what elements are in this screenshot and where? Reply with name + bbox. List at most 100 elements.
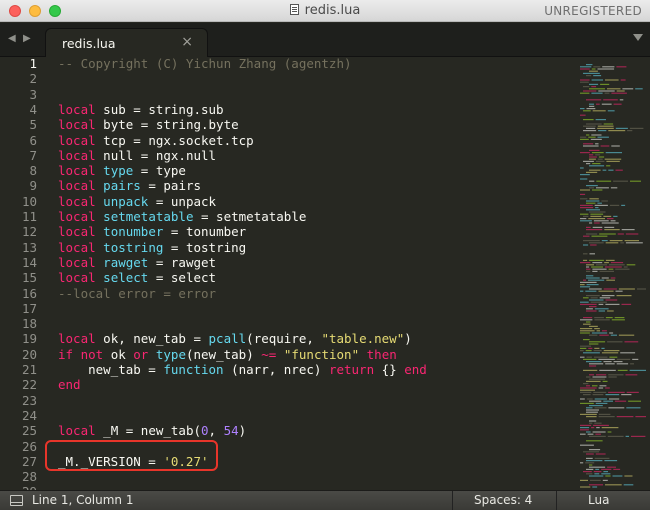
- code-line-4[interactable]: 4 local sub = string.sub: [0, 102, 578, 117]
- tab-redis-lua[interactable]: redis.lua ×: [45, 28, 208, 57]
- code-line-23[interactable]: 23: [0, 393, 578, 408]
- code-line-26[interactable]: 26: [0, 439, 578, 454]
- minimap-mark: [618, 288, 635, 290]
- minimap-mark: [595, 402, 608, 404]
- code-token: = tonumber: [163, 224, 247, 240]
- code-line-1[interactable]: 1 -- Copyright (C) Yichun Zhang (agentzh): [0, 58, 578, 71]
- code-line-17[interactable]: 17: [0, 301, 578, 316]
- panel-toggle-icon[interactable]: [10, 495, 23, 506]
- minimap-mark: [603, 400, 613, 402]
- code-token: -- Copyright (C) Yichun Zhang (agentzh): [58, 58, 352, 71]
- minimap-mark: [610, 262, 624, 264]
- code-line-18[interactable]: 18: [0, 316, 578, 331]
- code-line-25[interactable]: 25 local _M = new_tab(0, 54): [0, 423, 578, 438]
- minimap-mark: [585, 290, 597, 292]
- triangle-right-icon[interactable]: ▶: [23, 33, 31, 44]
- minimap-mark: [583, 369, 598, 371]
- minimap-mark: [593, 471, 602, 473]
- code-line-3[interactable]: 3: [0, 87, 578, 102]
- minimap-mark: [588, 279, 605, 281]
- minimap-mark: [590, 215, 602, 217]
- line-number: 15: [21, 270, 37, 286]
- code-line-15[interactable]: 15 local select = select: [0, 270, 578, 285]
- code-line-12[interactable]: 12 local tonumber = tonumber: [0, 224, 578, 239]
- minimap-mark: [591, 92, 603, 94]
- minimap-mark: [607, 435, 624, 437]
- minimap-mark: [608, 130, 626, 132]
- code-line-8[interactable]: 8 local type = type: [0, 163, 578, 178]
- minimap-mark: [607, 218, 614, 220]
- code-line-14[interactable]: 14 local rawget = rawget: [0, 255, 578, 270]
- code-line-5[interactable]: 5 local byte = string.byte: [0, 117, 578, 132]
- code-line-22[interactable]: 22 end: [0, 377, 578, 392]
- line-code: local tostring = tostring: [58, 240, 246, 255]
- title-bar: redis.lua UNREGISTERED: [0, 0, 650, 22]
- code-line-28[interactable]: 28: [0, 469, 578, 484]
- code-line-6[interactable]: 6 local tcp = ngx.socket.tcp: [0, 133, 578, 148]
- minimap-mark: [601, 200, 608, 202]
- code-line-16[interactable]: 16 --local error = error: [0, 286, 578, 301]
- minimap-mark: [623, 484, 634, 486]
- minimap-mark: [592, 268, 607, 270]
- minimap-mark: [589, 299, 604, 301]
- code-line-10[interactable]: 10 local unpack = unpack: [0, 194, 578, 209]
- minimap-mark: [597, 68, 615, 70]
- code-line-11[interactable]: 11 local setmetatable = setmetatable: [0, 209, 578, 224]
- minimap-mark: [607, 341, 623, 343]
- minimap-mark: [593, 391, 607, 393]
- minimap-mark: [610, 277, 616, 279]
- code-line-7[interactable]: 7 local null = ngx.null: [0, 148, 578, 163]
- syntax-selector[interactable]: Lua: [588, 493, 609, 507]
- close-tab-icon[interactable]: ×: [181, 34, 193, 50]
- tab-bar: ◀ ▶ redis.lua ×: [0, 23, 650, 57]
- minimap-mark: [594, 398, 607, 400]
- code-line-19[interactable]: 19 local ok, new_tab = pcall(require, "ta…: [0, 331, 578, 346]
- code-line-2[interactable]: 2: [0, 71, 578, 86]
- minimap-mark: [589, 70, 598, 72]
- minimap-mark: [608, 391, 625, 393]
- minimap-mark: [580, 204, 593, 206]
- minimap-mark: [586, 407, 593, 409]
- cursor-position[interactable]: Line 1, Column 1: [32, 493, 134, 507]
- code-line-27[interactable]: 27 _M._VERSION = '0.27': [0, 454, 578, 469]
- code-token: "function": [283, 346, 360, 362]
- minimap-mark: [580, 92, 590, 94]
- indentation-setting[interactable]: Spaces: 4: [474, 493, 532, 507]
- code-token: local: [58, 101, 96, 117]
- line-code: local type = type: [58, 163, 186, 178]
- minimap-mark: [609, 264, 625, 266]
- minimap-mark: [580, 290, 584, 292]
- code-line-9[interactable]: 9 local pairs = pairs: [0, 178, 578, 193]
- minimap-mark: [615, 169, 623, 171]
- code-line-20[interactable]: 20 if not ok or type(new_tab) ~= "functio…: [0, 347, 578, 362]
- line-number: 22: [21, 377, 37, 393]
- code-token: = pairs: [140, 178, 202, 194]
- line-number: 19: [21, 331, 37, 347]
- minimap-mark: [589, 259, 604, 261]
- triangle-down-icon[interactable]: [633, 34, 643, 41]
- minimap-mark: [616, 295, 632, 297]
- code-token: = setmetatable: [193, 209, 307, 224]
- line-number: 28: [21, 469, 37, 485]
- minimap-mark: [596, 427, 600, 429]
- code-editor[interactable]: 1 -- Copyright (C) Yichun Zhang (agentzh)…: [0, 58, 578, 490]
- minimap-mark: [583, 110, 591, 112]
- minimap-mark: [583, 323, 591, 325]
- minimap-mark: [599, 369, 616, 371]
- code-line-21[interactable]: 21 new_tab = function (narr, nrec) retur…: [0, 362, 578, 377]
- minimap-mark: [590, 244, 597, 246]
- triangle-left-icon[interactable]: ◀: [8, 33, 16, 44]
- line-code: local ok, new_tab = pcall(require, "tabl…: [58, 331, 412, 346]
- line-code: new_tab = function (narr, nrec) return {…: [58, 362, 427, 377]
- minimap-mark: [580, 174, 590, 176]
- minimap-mark: [605, 259, 615, 261]
- code-line-24[interactable]: 24: [0, 408, 578, 423]
- minimap-mark: [589, 187, 594, 189]
- minimap-mark: [602, 479, 608, 481]
- code-line-13[interactable]: 13 local tostring = tostring: [0, 240, 578, 255]
- minimap[interactable]: [578, 58, 650, 490]
- code-token: local: [58, 254, 96, 270]
- minimap-mark: [583, 279, 586, 281]
